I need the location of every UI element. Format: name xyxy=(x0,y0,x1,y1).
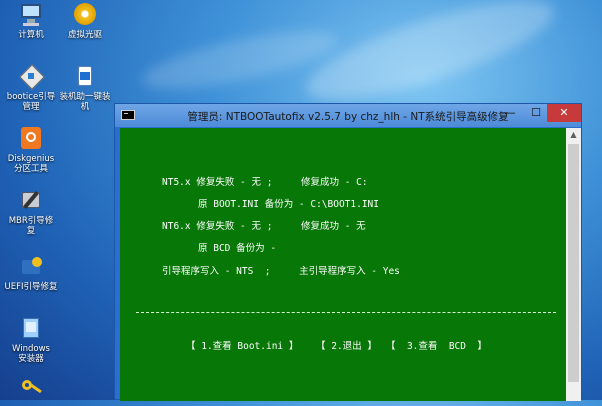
desktop-icon-label: MBR引导修 复 xyxy=(8,216,54,236)
console-line-nt5: NT5.x 修复失败 - 无 ; 修复成功 - C: xyxy=(162,177,368,188)
desktop-icon-installer[interactable]: 装机助一键装 机 xyxy=(56,64,114,112)
wrench-disk-icon xyxy=(18,188,44,214)
separator-line xyxy=(136,312,556,313)
desktop-icon-label: bootice引导 管理 xyxy=(6,92,56,112)
console-line-bootloader: 引导程序写入 - NTS ; 主引导程序写入 - Yes xyxy=(162,266,400,277)
diskgenius-icon xyxy=(18,126,44,152)
desktop-icon-computer[interactable]: 计算机 xyxy=(2,2,60,40)
desktop-icon-key[interactable] xyxy=(2,378,60,406)
desktop-icon-label: 虚拟光驱 xyxy=(67,30,102,40)
console-window[interactable]: 管理员: NTBOOTautofix v2.5.7 by chz_hlh - N… xyxy=(114,103,582,401)
console-line-nt6: NT6.x 修复失败 - 无 ; 修复成功 - 无 xyxy=(162,221,366,232)
desktop-icon-bootice[interactable]: bootice引导 管理 xyxy=(2,64,60,112)
uefi-repair-icon xyxy=(18,254,44,280)
console-line-bootini-backup: 原 BOOT.INI 备份为 - C:\BOOT1.INI xyxy=(198,199,379,210)
desktop-icon-virtual-drive[interactable]: 虚拟光驱 xyxy=(56,2,114,40)
console-line-bcd-backup: 原 BCD 备份为 - xyxy=(198,243,277,254)
desktop-icon-label: 装机助一键装 机 xyxy=(59,92,111,112)
vertical-scrollbar[interactable]: ▲ xyxy=(566,128,581,401)
desktop-icon-diskgenius[interactable]: Diskgenius 分区工具 xyxy=(2,126,60,174)
scroll-up-arrow-icon[interactable]: ▲ xyxy=(566,128,581,142)
key-icon xyxy=(18,378,44,404)
menu-exit[interactable]: 【 2.退出 】 xyxy=(316,338,377,352)
desktop-icon-mbr-repair[interactable]: MBR引导修 复 xyxy=(2,188,60,236)
wallpaper-streak xyxy=(297,0,563,119)
desktop-icon-label: UEFI引导修复 xyxy=(4,282,58,292)
scrollbar-thumb[interactable] xyxy=(568,144,579,382)
title-bar[interactable]: 管理员: NTBOOTautofix v2.5.7 by chz_hlh - N… xyxy=(115,104,581,127)
menu-view-bcd[interactable]: 【 3.查看 BCD 】 xyxy=(386,338,487,352)
desktop-icon-label: 计算机 xyxy=(18,30,44,40)
desktop-icon-uefi-repair[interactable]: UEFI引导修复 xyxy=(2,254,60,292)
desktop-icon-windows-installer[interactable]: Windows 安装器 xyxy=(2,316,60,364)
disc-icon xyxy=(72,2,98,28)
desktop-icon-label: Windows 安装器 xyxy=(12,344,50,364)
computer-icon xyxy=(18,2,44,28)
minimize-button[interactable]: — xyxy=(497,104,523,122)
desktop-icon-label: Diskgenius 分区工具 xyxy=(7,154,55,174)
usb-installer-icon xyxy=(72,64,98,90)
menu-view-bootini[interactable]: 【 1.查看 Boot.ini 】 xyxy=(186,338,298,352)
console-output[interactable]: NT5.x 修复失败 - 无 ; 修复成功 - C: 原 BOOT.INI 备份… xyxy=(120,128,566,401)
close-button[interactable]: ✕ xyxy=(547,104,581,122)
maximize-button[interactable]: ☐ xyxy=(523,104,549,122)
bootice-icon xyxy=(18,64,45,90)
windows-installer-icon xyxy=(18,316,44,342)
